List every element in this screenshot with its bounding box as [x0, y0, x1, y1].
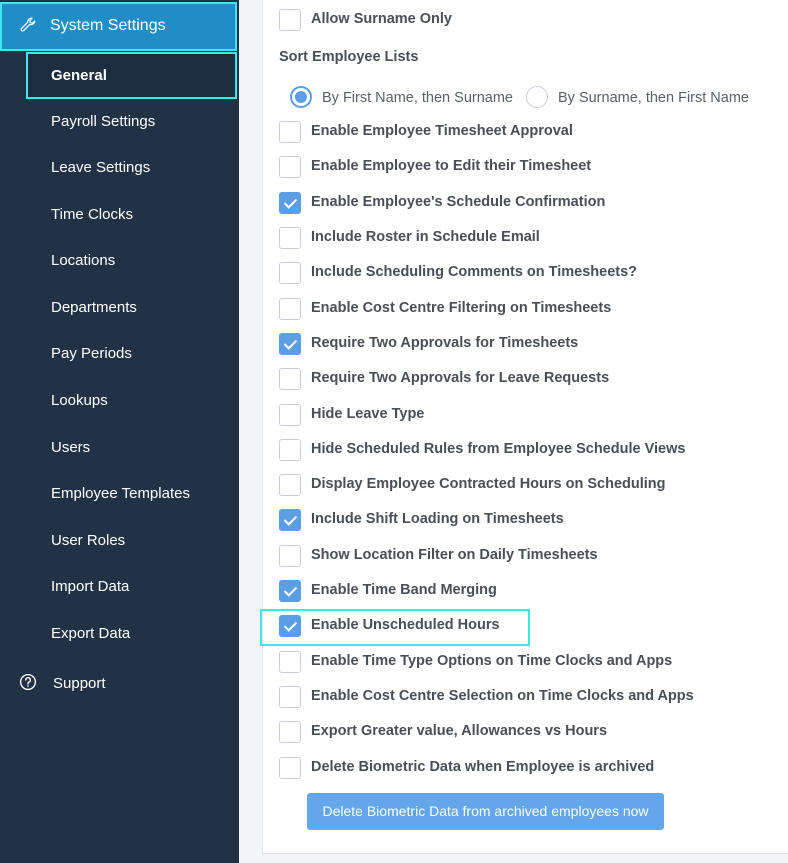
setting-option-12[interactable]: Show Location Filter on Daily Timesheets [279, 544, 779, 568]
checkbox-label: Hide Scheduled Rules from Employee Sched… [311, 441, 686, 457]
sidebar-item-import-data[interactable]: Import Data [51, 578, 129, 595]
sidebar: System Settings General Payroll Settings… [0, 0, 239, 863]
checkbox[interactable] [279, 227, 301, 249]
checkbox-label: Enable Time Type Options on Time Clocks … [311, 653, 673, 669]
checkbox-label: Include Roster in Schedule Email [311, 229, 540, 245]
setting-option-15[interactable]: Enable Time Type Options on Time Clocks … [279, 650, 779, 674]
checkbox-label: Hide Leave Type [311, 406, 425, 422]
checkbox-label: Enable Employee to Edit their Timesheet [311, 158, 592, 174]
support-label: Support [53, 675, 106, 692]
checkbox[interactable] [279, 439, 301, 461]
setting-option-18[interactable]: Delete Biometric Data when Employee is a… [279, 756, 779, 780]
setting-option-7[interactable]: Require Two Approvals for Leave Requests [279, 367, 779, 391]
setting-option-6[interactable]: Require Two Approvals for Timesheets [279, 332, 779, 356]
checkbox-label: Delete Biometric Data when Employee is a… [311, 759, 655, 775]
sidebar-item-support[interactable]: Support [19, 672, 219, 696]
sidebar-item-payroll-settings[interactable]: Payroll Settings [51, 113, 155, 130]
radio-button[interactable] [526, 86, 548, 108]
checkbox[interactable] [279, 686, 301, 708]
checkbox-label: Include Scheduling Comments on Timesheet… [311, 264, 638, 280]
question-circle-icon [19, 673, 37, 691]
setting-option-2[interactable]: Enable Employee's Schedule Confirmation [279, 191, 779, 215]
system-settings-header[interactable]: System Settings [0, 2, 237, 51]
checkbox-label: Allow Surname Only [311, 11, 452, 27]
sidebar-item-locations[interactable]: Locations [51, 252, 115, 269]
delete-biometric-data-button[interactable]: Delete Biometric Data from archived empl… [307, 793, 664, 830]
checkbox-label: Enable Cost Centre Filtering on Timeshee… [311, 300, 612, 316]
sidebar-item-general[interactable]: General [26, 52, 237, 99]
checkbox-checked[interactable] [279, 580, 301, 602]
checkbox-label: Enable Time Band Merging [311, 582, 497, 598]
checkbox-label: Export Greater value, Allowances vs Hour… [311, 723, 608, 739]
checkbox[interactable] [279, 156, 301, 178]
system-settings-label: System Settings [50, 17, 166, 34]
setting-allow-surname-only[interactable]: Allow Surname Only [279, 8, 779, 32]
setting-option-4[interactable]: Include Scheduling Comments on Timesheet… [279, 261, 779, 285]
radio-surname-first-name[interactable]: By Surname, then First Name [526, 86, 766, 110]
radio-button[interactable] [290, 86, 312, 108]
checkbox-label: Require Two Approvals for Leave Requests [311, 370, 610, 386]
checkbox[interactable] [279, 9, 301, 31]
checkbox-checked[interactable] [279, 333, 301, 355]
checkbox[interactable] [279, 474, 301, 496]
checkbox[interactable] [279, 298, 301, 320]
checkbox-label: Require Two Approvals for Timesheets [311, 335, 579, 351]
wrench-icon [20, 17, 36, 32]
checkbox[interactable] [279, 121, 301, 143]
checkbox-label: Include Shift Loading on Timesheets [311, 511, 564, 527]
sidebar-item-user-roles[interactable]: User Roles [51, 532, 125, 549]
sidebar-item-employee-templates[interactable]: Employee Templates [51, 485, 190, 502]
sidebar-item-lookups[interactable]: Lookups [51, 392, 108, 409]
checkbox[interactable] [279, 651, 301, 673]
setting-option-5[interactable]: Enable Cost Centre Filtering on Timeshee… [279, 297, 779, 321]
sidebar-item-export-data[interactable]: Export Data [51, 625, 130, 642]
setting-option-13[interactable]: Enable Time Band Merging [279, 579, 779, 603]
checkbox-label: Enable Employee's Schedule Confirmation [311, 194, 606, 210]
checkbox[interactable] [279, 368, 301, 390]
sidebar-item-time-clocks[interactable]: Time Clocks [51, 206, 133, 223]
sort-employee-lists-label: Sort Employee Lists [279, 49, 419, 65]
checkbox-label: Enable Cost Centre Selection on Time Clo… [311, 688, 694, 704]
checkbox[interactable] [279, 721, 301, 743]
checkbox-label: Enable Employee Timesheet Approval [311, 123, 573, 139]
sidebar-item-departments[interactable]: Departments [51, 299, 137, 316]
setting-option-0[interactable]: Enable Employee Timesheet Approval [279, 120, 779, 144]
setting-option-1[interactable]: Enable Employee to Edit their Timesheet [279, 155, 779, 179]
setting-option-9[interactable]: Hide Scheduled Rules from Employee Sched… [279, 438, 779, 462]
sidebar-item-pay-periods[interactable]: Pay Periods [51, 345, 132, 362]
radio-label: By Surname, then First Name [558, 90, 749, 106]
setting-option-11[interactable]: Include Shift Loading on Timesheets [279, 508, 779, 532]
setting-option-16[interactable]: Enable Cost Centre Selection on Time Clo… [279, 685, 779, 709]
highlight-box [260, 609, 530, 646]
setting-option-10[interactable]: Display Employee Contracted Hours on Sch… [279, 473, 779, 497]
setting-option-8[interactable]: Hide Leave Type [279, 403, 779, 427]
checkbox[interactable] [279, 262, 301, 284]
checkbox[interactable] [279, 757, 301, 779]
checkbox-checked[interactable] [279, 509, 301, 531]
sidebar-item-leave-settings[interactable]: Leave Settings [51, 159, 150, 176]
checkbox-label: Show Location Filter on Daily Timesheets [311, 547, 598, 563]
checkbox[interactable] [279, 545, 301, 567]
checkbox-label: Display Employee Contracted Hours on Sch… [311, 476, 666, 492]
sidebar-item-users[interactable]: Users [51, 439, 90, 456]
checkbox[interactable] [279, 404, 301, 426]
sidebar-item-label: General [51, 67, 107, 84]
setting-option-3[interactable]: Include Roster in Schedule Email [279, 226, 779, 250]
setting-option-17[interactable]: Export Greater value, Allowances vs Hour… [279, 720, 779, 744]
radio-first-name-surname[interactable]: By First Name, then Surname [290, 86, 520, 110]
checkbox-checked[interactable] [279, 192, 301, 214]
radio-label: By First Name, then Surname [322, 90, 513, 106]
